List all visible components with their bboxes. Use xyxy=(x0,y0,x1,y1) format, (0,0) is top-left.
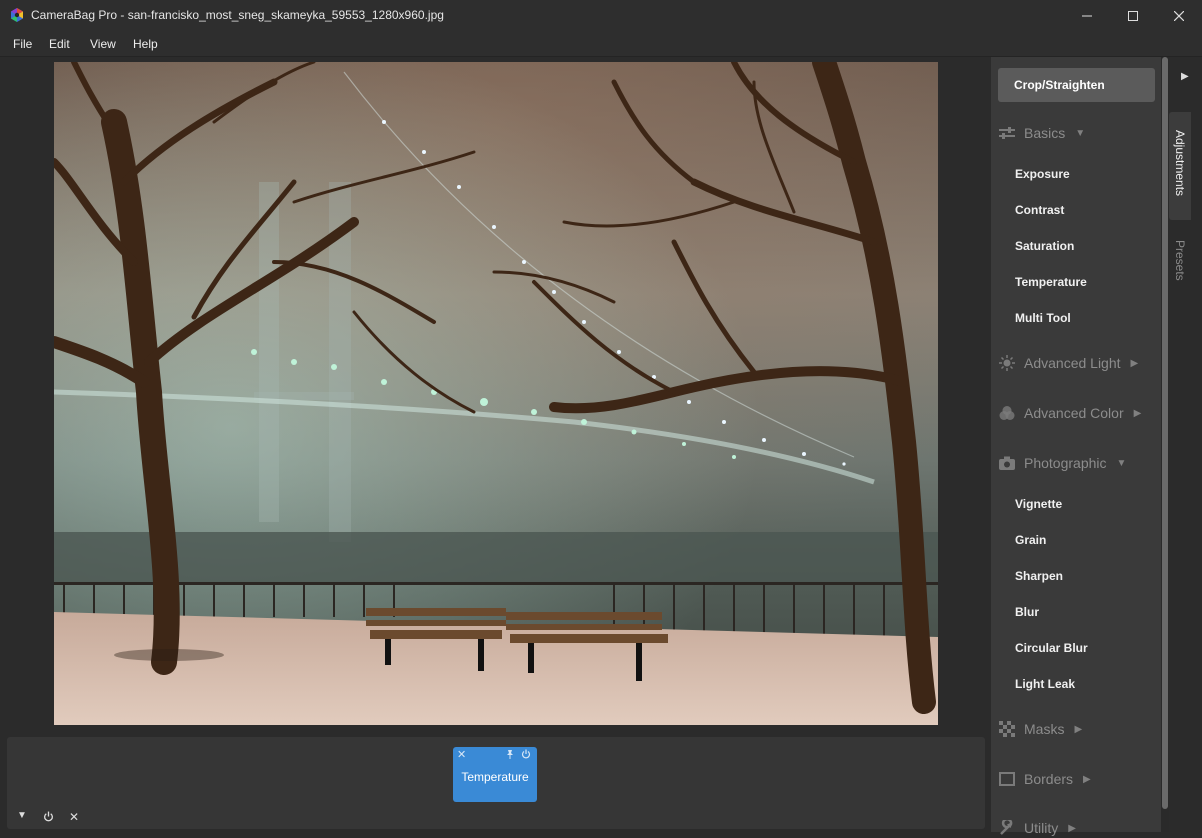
section-borders[interactable]: Borders ▶ xyxy=(998,769,1091,789)
section-advanced-color-label: Advanced Color xyxy=(1024,405,1124,421)
chevron-right-icon: ▶ xyxy=(1083,773,1091,785)
tool-exposure[interactable]: Exposure xyxy=(1015,167,1070,181)
adjustment-chip-temperature[interactable]: ✕ Temperature xyxy=(453,747,537,802)
crop-straighten-button[interactable]: Crop/Straighten xyxy=(998,68,1155,102)
border-frame-icon xyxy=(998,770,1016,788)
close-button[interactable] xyxy=(1156,0,1202,31)
chevron-right-icon: ▶ xyxy=(1133,407,1142,419)
menu-view[interactable]: View xyxy=(90,37,116,51)
camerabag-logo-icon xyxy=(11,8,23,22)
menu-file[interactable]: File xyxy=(13,37,32,51)
section-borders-label: Borders xyxy=(1024,771,1074,787)
pin-icon[interactable] xyxy=(505,749,515,759)
menu-edit[interactable]: Edit xyxy=(49,37,70,51)
title-bar: CameraBag Pro - san-francisko_most_sneg_… xyxy=(0,0,1202,31)
section-masks-label: Masks xyxy=(1024,721,1065,737)
power-icon[interactable] xyxy=(521,749,531,759)
panel-scroll-thumb[interactable] xyxy=(1162,57,1168,809)
section-basics-label: Basics xyxy=(1024,125,1066,141)
section-utility[interactable]: Utility ▶ xyxy=(998,818,1076,838)
window-title: CameraBag Pro - san-francisko_most_sneg_… xyxy=(31,8,444,22)
power-all-icon[interactable] xyxy=(43,811,54,822)
tab-presets[interactable]: Presets xyxy=(1173,240,1187,281)
minimize-icon xyxy=(1082,15,1092,16)
chevron-down-icon: ▼ xyxy=(1116,457,1127,469)
minimize-button[interactable] xyxy=(1064,0,1110,31)
section-advanced-light[interactable]: Advanced Light ▶ xyxy=(998,353,1138,373)
section-advanced-light-label: Advanced Light xyxy=(1024,355,1121,371)
section-photographic[interactable]: Photographic ▼ xyxy=(998,453,1126,473)
collapse-panel-button[interactable]: ▶ xyxy=(1181,71,1189,82)
section-photographic-label: Photographic xyxy=(1024,455,1107,471)
chip-remove-button[interactable]: ✕ xyxy=(457,748,466,761)
chevron-down-icon: ▼ xyxy=(1075,127,1086,139)
tool-saturation[interactable]: Saturation xyxy=(1015,239,1074,253)
chevron-right-icon: ▶ xyxy=(1130,357,1139,369)
chevron-right-icon: ▶ xyxy=(1074,723,1083,735)
close-icon xyxy=(1174,10,1184,21)
menu-help[interactable]: Help xyxy=(133,37,158,51)
clear-all-button[interactable]: ✕ xyxy=(69,810,79,824)
tool-sharpen[interactable]: Sharpen xyxy=(1015,569,1063,583)
tool-vignette[interactable]: Vignette xyxy=(1015,497,1062,511)
camera-icon xyxy=(998,454,1016,472)
tool-light-leak[interactable]: Light Leak xyxy=(1015,677,1075,691)
tool-blur[interactable]: Blur xyxy=(1015,605,1039,619)
photo-image[interactable] xyxy=(54,62,938,725)
tab-adjustments-label[interactable]: Adjustments xyxy=(1173,130,1187,196)
menu-bar: File Edit View Help xyxy=(0,31,1202,57)
checkerboard-icon xyxy=(998,720,1016,738)
sliders-icon xyxy=(998,124,1016,142)
collapse-strip-button[interactable]: ▼ xyxy=(17,810,27,821)
tool-circular-blur[interactable]: Circular Blur xyxy=(1015,641,1088,655)
maximize-icon xyxy=(1128,10,1138,21)
section-basics[interactable]: Basics ▼ xyxy=(998,123,1085,143)
chip-label: Temperature xyxy=(461,770,529,784)
maximize-button[interactable] xyxy=(1110,0,1156,31)
tool-temperature[interactable]: Temperature xyxy=(1015,275,1087,289)
tool-grain[interactable]: Grain xyxy=(1015,533,1046,547)
wrench-icon xyxy=(998,819,1016,837)
sun-icon xyxy=(998,354,1016,372)
photo-illustration xyxy=(54,62,938,725)
tool-contrast[interactable]: Contrast xyxy=(1015,203,1064,217)
section-advanced-color[interactable]: Advanced Color ▶ xyxy=(998,403,1141,423)
section-masks[interactable]: Masks ▶ xyxy=(998,719,1082,739)
tool-multi-tool[interactable]: Multi Tool xyxy=(1015,311,1071,325)
crop-straighten-label: Crop/Straighten xyxy=(1014,78,1105,92)
section-utility-label: Utility xyxy=(1024,820,1059,836)
color-circles-icon xyxy=(998,404,1016,422)
